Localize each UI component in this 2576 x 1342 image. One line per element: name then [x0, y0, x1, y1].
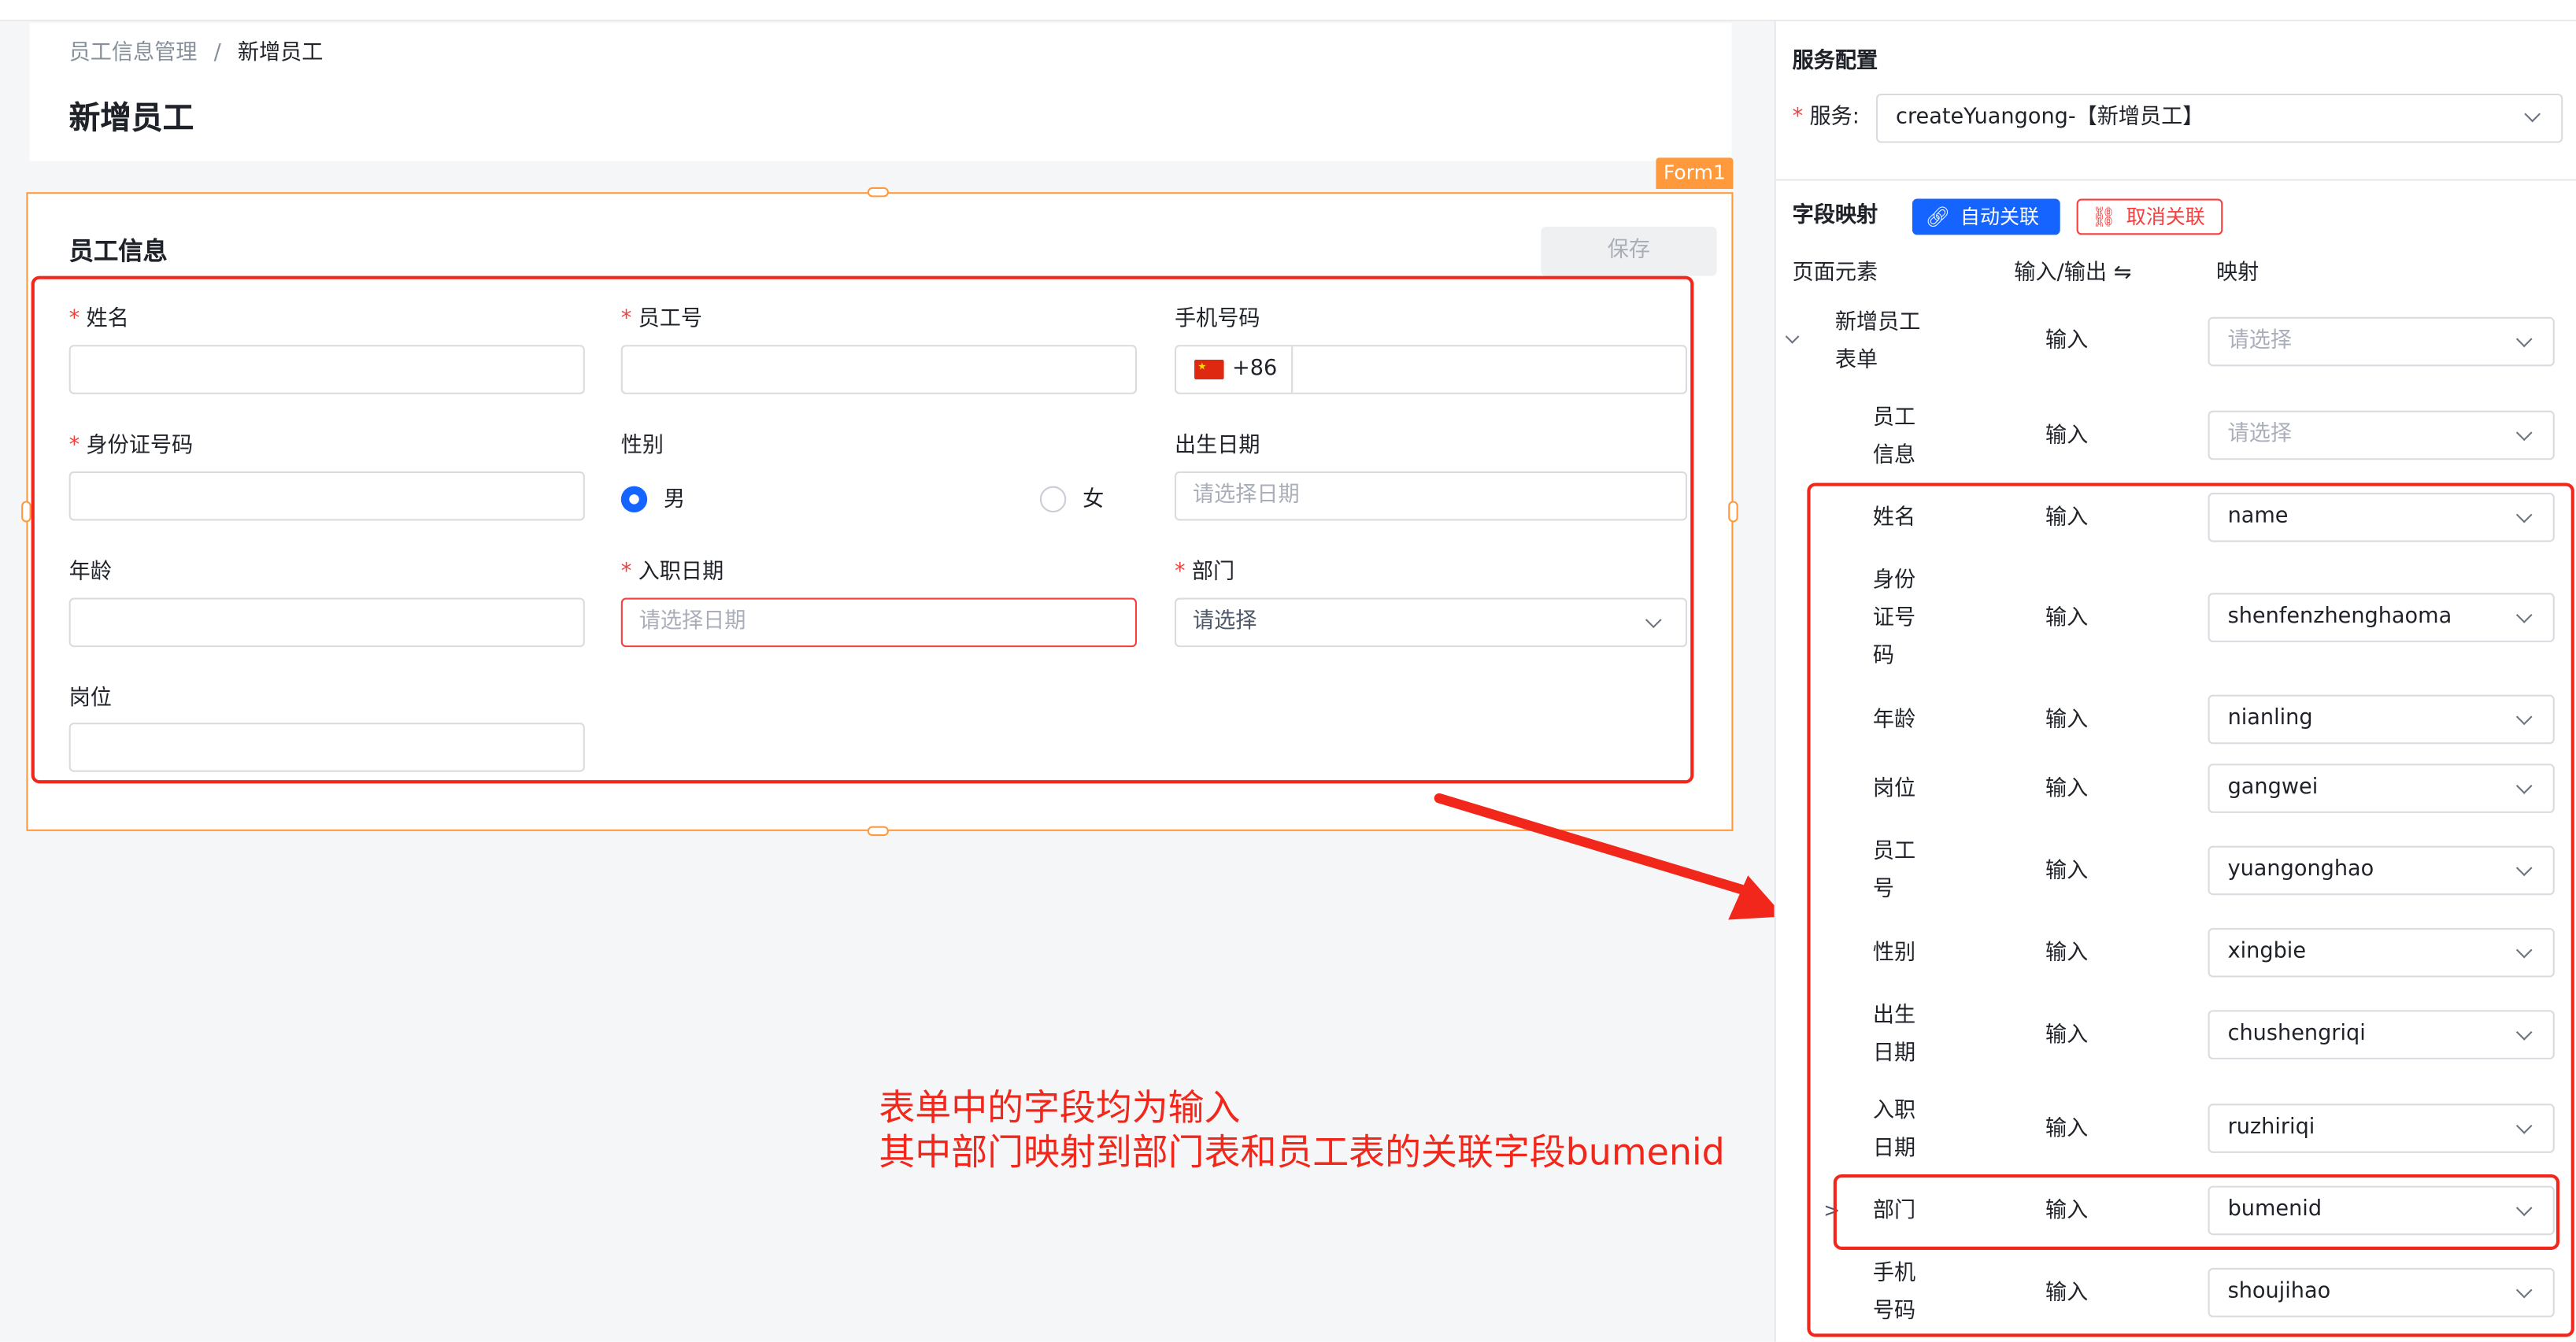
- mapping-select-value: 请选择: [2227, 328, 2292, 353]
- mapping-row-io: 输入: [2045, 423, 2089, 449]
- top-bar: [0, 0, 2576, 22]
- auto-link-button[interactable]: 🔗︎ 自动关联: [1912, 198, 2060, 235]
- page-title: 新增员工: [68, 100, 194, 137]
- column-header-element: 页面元素: [1792, 261, 1878, 287]
- service-select-value: createYuangong-【新增员工】: [1896, 105, 2204, 130]
- breadcrumb-parent[interactable]: 员工信息管理: [69, 41, 198, 65]
- save-button[interactable]: 保存: [1541, 226, 1717, 276]
- column-header-io: 输入/输出 ⇋: [2014, 261, 2132, 287]
- column-header-mapping: 映射: [2215, 261, 2260, 287]
- mapping-row-name: 新增员工表单: [1834, 310, 1921, 373]
- breadcrumb-current: 新增员工: [237, 41, 324, 66]
- resize-handle-top[interactable]: [867, 187, 889, 198]
- mapping-select[interactable]: 请选择: [2208, 316, 2555, 367]
- unlink-label: 取消关联: [2126, 205, 2205, 229]
- breadcrumb: 员工信息管理 / 新增员工: [69, 39, 324, 69]
- service-label: 服务:: [1793, 103, 1860, 133]
- unlink-button[interactable]: ⛓︎ 取消关联: [2076, 198, 2223, 235]
- annotation-line-1: 表单中的字段均为输入: [879, 1089, 1241, 1130]
- page-header: 员工信息管理 / 新增员工 新增员工: [29, 23, 1732, 161]
- form-tag[interactable]: Form1: [1656, 157, 1734, 189]
- mapping-select-value: 请选择: [2227, 422, 2292, 447]
- auto-link-label: 自动关联: [1960, 205, 2040, 229]
- screenshot-stage: 员工信息管理 / 新增员工 新增员工 Form1 员工信息 保存 姓名 员工号 …: [0, 0, 2576, 1342]
- resize-handle-bottom[interactable]: [867, 826, 889, 837]
- resize-handle-right[interactable]: [1728, 501, 1738, 523]
- form-section-title: 员工信息: [68, 236, 168, 267]
- service-select[interactable]: createYuangong-【新增员工】: [1876, 93, 2563, 143]
- annotation-arrow: [1434, 793, 1785, 920]
- annotation-line-2: 其中部门映射到部门表和员工表的关联字段bumenid: [879, 1133, 1725, 1174]
- panel-divider: [1775, 179, 2576, 181]
- annotation-text: 表单中的字段均为输入 其中部门映射到部门表和员工表的关联字段bumenid: [879, 1087, 1724, 1176]
- mapping-select[interactable]: 请选择: [2208, 410, 2555, 460]
- service-config-title: 服务配置: [1792, 49, 1878, 74]
- resize-handle-left[interactable]: [21, 501, 31, 523]
- breadcrumb-separator: /: [213, 41, 221, 66]
- annotation-box-form-fields: [31, 275, 1694, 784]
- link-icon: 🔗︎: [1925, 205, 1951, 229]
- chevron-down-icon: [2524, 105, 2541, 123]
- field-mapping-title: 字段映射: [1792, 203, 1878, 229]
- mapping-row-name: 员工信息: [1872, 405, 1916, 468]
- mapping-row-io: 输入: [2045, 328, 2089, 353]
- annotation-box-department-row: [1833, 1174, 2560, 1250]
- unlink-icon: ⛓︎: [2091, 205, 2117, 229]
